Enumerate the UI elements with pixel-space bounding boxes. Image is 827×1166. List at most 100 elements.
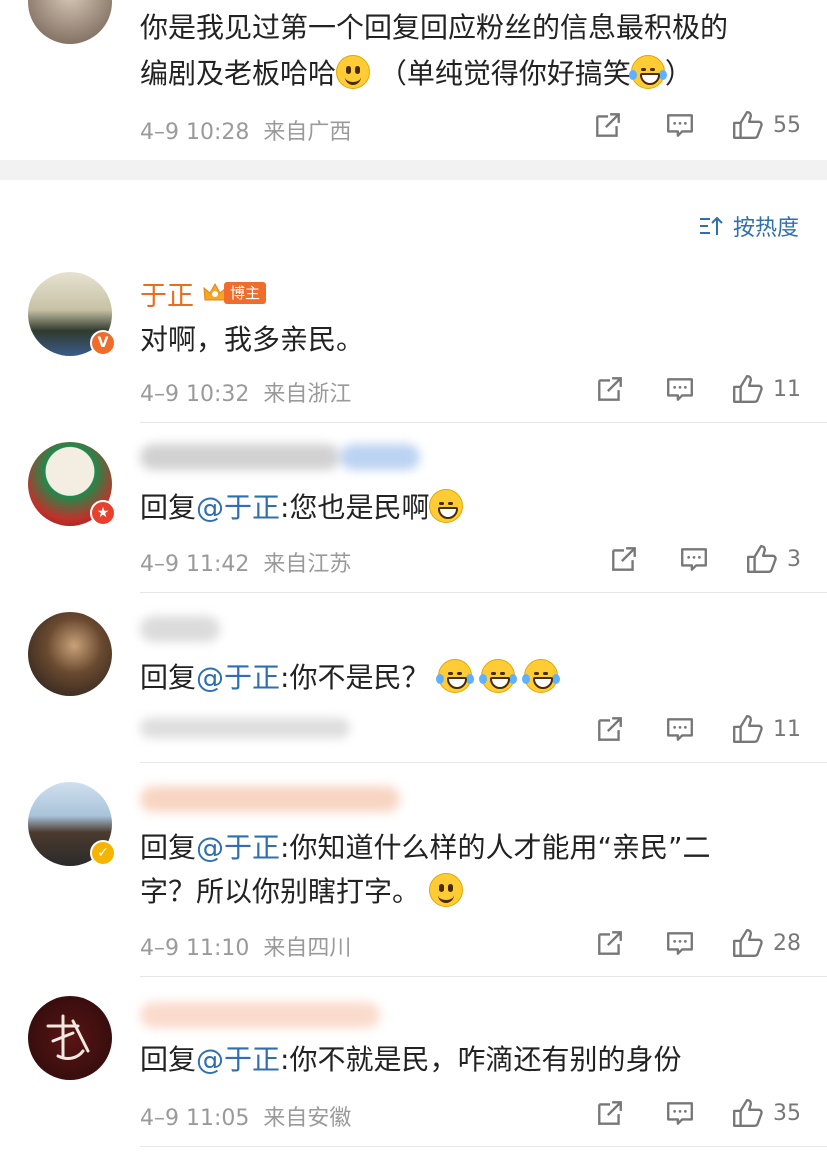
verified-badge-icon: V [90, 330, 116, 356]
divider [140, 762, 827, 763]
comment-meta: 4–9 10:32 来自浙江 [140, 376, 351, 408]
section-divider [0, 160, 827, 180]
laugh-cry-emoji-icon [436, 659, 475, 693]
author-tag: 博主 [224, 282, 267, 304]
reply-button[interactable] [665, 1098, 695, 1128]
comment-icon [665, 374, 695, 404]
like-icon [745, 543, 777, 575]
username[interactable]: 于正 [140, 274, 194, 313]
sort-icon [699, 216, 723, 235]
like-icon [731, 927, 763, 959]
comment-icon [665, 110, 695, 140]
mention-link[interactable]: @于正 [196, 491, 280, 524]
laugh-cry-emoji-icon [479, 659, 518, 693]
blurred-username[interactable] [140, 444, 340, 470]
like-button[interactable]: 28 [731, 927, 801, 959]
blurred-username[interactable] [140, 786, 400, 812]
reply-button[interactable] [665, 374, 695, 404]
like-button[interactable]: 11 [731, 373, 801, 405]
avatar[interactable] [28, 996, 112, 1080]
sort-button[interactable]: 按热度 [699, 210, 799, 242]
like-count: 35 [773, 1100, 801, 1126]
location: 来自广西 [263, 120, 352, 145]
mention-link[interactable]: @于正 [196, 661, 280, 694]
timestamp: 4–9 11:05 [140, 1106, 250, 1131]
comment-meta: 4–9 10:28 来自广西 [140, 114, 351, 146]
comment-line: ） [664, 57, 693, 90]
author-badge: 博主 [202, 280, 267, 306]
avatar[interactable] [28, 612, 112, 696]
avatar[interactable] [28, 0, 112, 44]
share-icon [609, 544, 639, 574]
reply-text: 字？所以你别瞎打字。 [140, 875, 421, 908]
share-button[interactable] [595, 374, 625, 404]
reply-text: :你不是民？ [280, 661, 430, 694]
laugh-cry-emoji-icon [628, 55, 667, 89]
comment-actions: 3 [609, 542, 801, 576]
comment-actions: 35 [595, 1096, 801, 1130]
blurred-badge [340, 444, 420, 470]
divider [140, 976, 827, 977]
comment-icon [679, 544, 709, 574]
divider [140, 1146, 827, 1147]
share-icon [595, 928, 625, 958]
comment-meta: 4–9 11:42 来自江苏 [140, 546, 351, 578]
share-icon [595, 714, 625, 744]
location: 来自四川 [263, 936, 352, 961]
top-comment: 你是我见过第一个回复回应粉丝的信息最积极的 编剧及老板哈哈 （单纯觉得你好搞笑 ）… [0, 0, 827, 160]
divider [140, 592, 827, 593]
share-icon [595, 374, 625, 404]
like-icon [731, 1097, 763, 1129]
reply-button[interactable] [665, 110, 695, 140]
comment-icon [665, 1098, 695, 1128]
reply-text: :您也是民啊 [280, 491, 430, 524]
comment-actions: 11 [595, 712, 801, 746]
share-icon [593, 110, 623, 140]
comment-line: 编剧及老板哈哈 [140, 57, 337, 90]
share-button[interactable] [609, 544, 639, 574]
like-button[interactable]: 55 [731, 109, 801, 141]
verified-badge-icon: ★ [90, 500, 116, 526]
reply-button[interactable] [679, 544, 709, 574]
blurred-username[interactable] [140, 1002, 380, 1028]
like-icon [731, 109, 763, 141]
comment-meta: 4–9 11:05 来自安徽 [140, 1100, 351, 1132]
timestamp: 4–9 11:10 [140, 936, 250, 961]
share-button[interactable] [595, 928, 625, 958]
like-count: 55 [773, 112, 801, 138]
comment-icon [665, 928, 695, 958]
like-button[interactable]: 11 [731, 713, 801, 745]
location: 来自江苏 [263, 552, 352, 577]
reply-button[interactable] [665, 714, 695, 744]
like-button[interactable]: 35 [731, 1097, 801, 1129]
share-button[interactable] [593, 110, 623, 140]
like-count: 11 [773, 376, 801, 402]
blurred-username[interactable] [140, 616, 220, 642]
smile-emoji-icon [336, 55, 371, 89]
reply-prefix: 回复 [140, 831, 197, 864]
mention-link[interactable]: @于正 [196, 1043, 280, 1076]
sort-label: 按热度 [732, 216, 799, 241]
timestamp: 4–9 10:32 [140, 382, 250, 407]
share-button[interactable] [595, 1098, 625, 1128]
comment-text: 回复@于正:你不就是民，咋滴还有别的身份 [140, 1038, 681, 1081]
mention-link[interactable]: @于正 [196, 831, 280, 864]
like-count: 11 [773, 716, 801, 742]
comment-line: 你是我见过第一个回复回应粉丝的信息最积极的 [140, 11, 729, 44]
reply-prefix: 回复 [140, 491, 197, 524]
comment-text: 回复@于正:您也是民啊 [140, 486, 464, 529]
grin-emoji-icon [429, 489, 464, 523]
location: 来自安徽 [263, 1106, 352, 1131]
timestamp: 4–9 11:42 [140, 552, 250, 577]
share-button[interactable] [595, 714, 625, 744]
comment-actions: 55 [593, 108, 801, 142]
smirk-emoji-icon [428, 873, 463, 907]
comment-text: 编剧及老板哈哈 （单纯觉得你好搞笑 ） [140, 52, 693, 95]
calligraphy-logo-icon [46, 1014, 90, 1060]
reply-text: :你不就是民，咋滴还有别的身份 [280, 1043, 682, 1076]
timestamp: 4–9 10:28 [140, 120, 250, 145]
comment-text: 字？所以你别瞎打字。 [140, 870, 463, 913]
reply-button[interactable] [665, 928, 695, 958]
verified-badge-icon: ✓ [90, 840, 116, 866]
like-button[interactable]: 3 [745, 543, 801, 575]
